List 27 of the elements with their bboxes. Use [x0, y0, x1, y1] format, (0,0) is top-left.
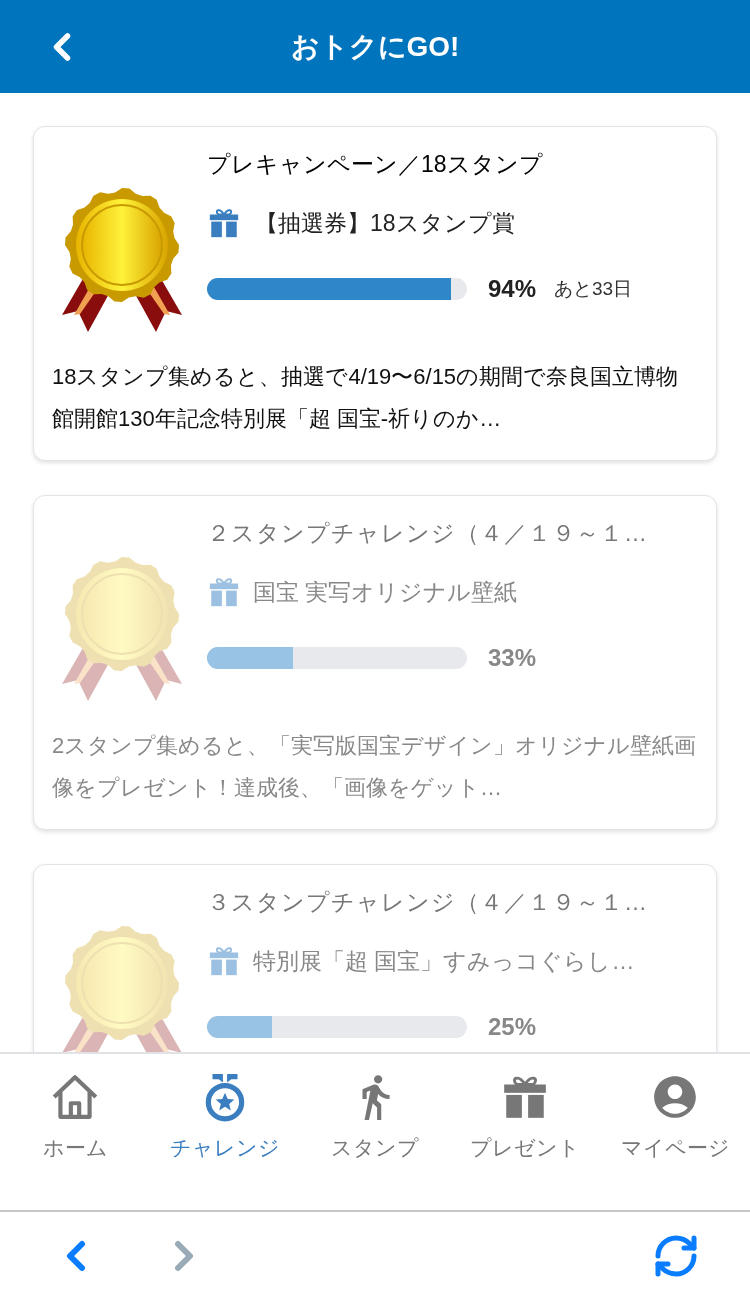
progress-percent: 33% [488, 643, 537, 673]
challenge-card[interactable]: ３スタンプチャレンジ（４／１９～１… 特別展「超 国宝」すみっコぐらし… 25% [33, 864, 717, 1052]
tab-item[interactable]: プレゼント [450, 1054, 600, 1210]
challenge-title: ３スタンプチャレンジ（４／１９～１… [207, 888, 648, 917]
prize-label: 【抽選券】18スタンプ賞 [255, 208, 515, 238]
challenge-description: 2スタンプ集めると、「実写版国宝デザイン」オリジナル壁紙画像をプレゼント！達成後、「画像をゲット… [52, 732, 698, 802]
tab-item[interactable]: チャレンジ [150, 1054, 300, 1210]
progress-percent: 94% [488, 274, 537, 304]
gift-icon [207, 944, 241, 978]
tab-item[interactable]: スタンプ [300, 1054, 450, 1210]
header-title: おトクにGO! [290, 29, 460, 64]
medal-icon [62, 187, 182, 332]
challenge-title: ２スタンプチャレンジ（４／１９～１… [207, 519, 648, 548]
challenge-card[interactable]: ２スタンプチャレンジ（４／１９～１… 国宝 実写オリジナル壁紙 33% 2スタンプ集めると、「実写版国宝デザイン」オリジナル壁紙画像をプレゼント！達成後、「画像をゲット… [33, 495, 717, 830]
gift-icon [207, 575, 241, 609]
tab-item[interactable]: マイページ [600, 1054, 750, 1210]
prize-label: 国宝 実写オリジナル壁紙 [253, 577, 518, 607]
medal-icon [62, 556, 182, 701]
prize-label: 特別展「超 国宝」すみっコぐらし… [253, 946, 635, 976]
tab-item[interactable]: ホーム [0, 1054, 150, 1210]
challenge-title: プレキャンペーン／18スタンプ [207, 150, 544, 179]
challenge-card[interactable]: プレキャンペーン／18スタンプ 【抽選券】18スタンプ賞 94% あと33日 18スタンプ集めると、抽選で4/19〜6/15の期間で奈良国立博物館開館130年記念特別展「超 国宝-祈りのか… [33, 126, 717, 461]
gift-icon [207, 206, 241, 240]
days-remaining: あと33日 [554, 276, 633, 301]
home-icon [50, 1072, 100, 1122]
progress-percent: 25% [488, 1012, 537, 1042]
challenge-description: 18スタンプ集めると、抽選で4/19〜6/15の期間で奈良国立博物館開館130年記念特別展「超 国宝-祈りのか… [52, 363, 680, 433]
